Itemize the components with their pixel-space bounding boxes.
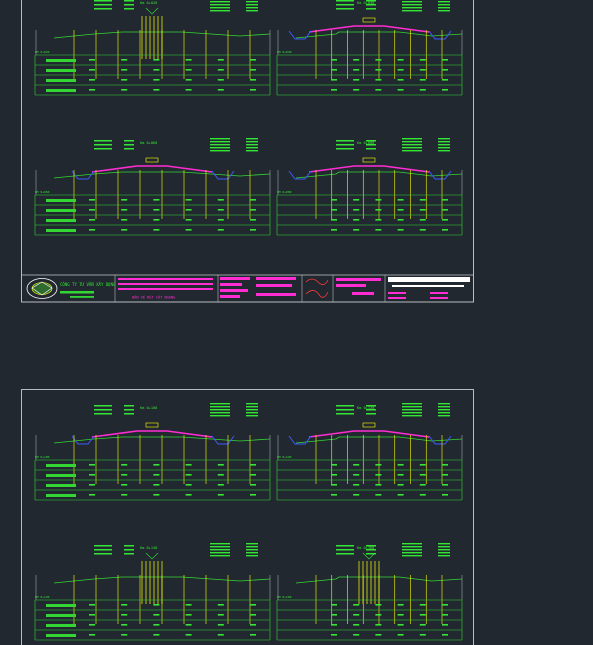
cross-section-s8[interactable]: Km 0+160 KM 0+160	[276, 543, 463, 641]
cross-section-s4[interactable]: Km 0+080 KM 0+080	[276, 138, 463, 236]
section-label: KM 0+120	[277, 455, 292, 459]
project-name: BẢN VẼ MẶT CẮT NGANG	[132, 295, 175, 300]
sheet-2-frame	[21, 389, 474, 645]
section-ref: Km 0+060	[140, 141, 157, 145]
section-ref: Km 0+100	[140, 406, 157, 410]
cross-section-s1[interactable]: Km 0+020 KM 0+020	[34, 0, 271, 96]
section-ref: Km 0+120	[357, 406, 374, 410]
cross-section-s7[interactable]: Km 0+140 KM 0+140	[34, 543, 271, 641]
section-label: KM 0+140	[35, 595, 50, 599]
cross-section-s3[interactable]: Km 0+060 KM 0+060	[34, 138, 271, 236]
section-label: KM 0+080	[277, 190, 292, 194]
section-ref: Km 0+160	[357, 546, 374, 550]
section-ref: Km 0+080	[357, 141, 374, 145]
signature-stamp-icon	[305, 278, 329, 298]
section-label: KM 0+020	[35, 50, 50, 54]
section-label: KM 0+160	[277, 595, 292, 599]
section-ref: Km 0+040	[357, 1, 374, 5]
section-label: KM 0+040	[277, 50, 292, 54]
section-ref: Km 0+140	[140, 546, 157, 550]
drawing-canvas[interactable]: Km 0+020 KM 0+020 Km 0+040 KM 0+040 Km 0+060…	[0, 0, 593, 645]
title-block: CÔNG TY TƯ VẤN XÂY DỰNG BẢN VẼ MẶT CẮT N…	[21, 274, 474, 303]
section-ref: Km 0+020	[140, 1, 157, 5]
cross-section-s2[interactable]: Km 0+040 KM 0+040	[276, 0, 463, 96]
section-label: KM 0+060	[35, 190, 50, 194]
section-label: KM 0+100	[35, 455, 50, 459]
company-name: CÔNG TY TƯ VẤN XÂY DỰNG	[60, 282, 116, 287]
company-logo-icon	[26, 278, 58, 299]
cross-section-s6[interactable]: Km 0+120 KM 0+120	[276, 403, 463, 501]
cross-section-s5[interactable]: Km 0+100 KM 0+100	[34, 403, 271, 501]
